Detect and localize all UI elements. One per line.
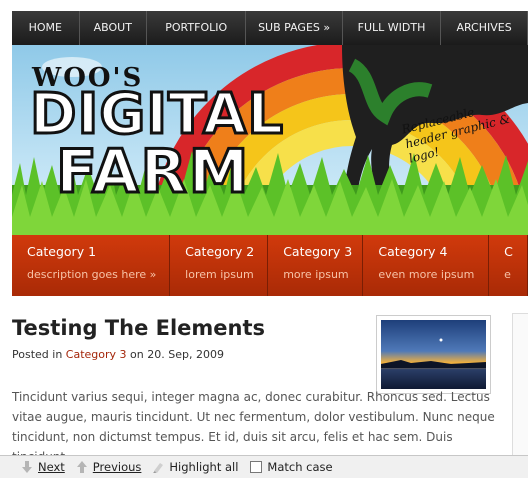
- category-item-1[interactable]: Category 1 description goes here »: [12, 235, 171, 296]
- post-date: on 20. Sep, 2009: [130, 348, 224, 361]
- category-description: more ipsum: [283, 268, 349, 281]
- nav-item-archives[interactable]: ARCHIVES: [441, 11, 528, 45]
- arrow-up-icon: [76, 461, 87, 473]
- category-title: C: [504, 244, 513, 259]
- highlight-all-label: Highlight all: [169, 460, 239, 474]
- category-item-5[interactable]: Ce: [489, 235, 528, 296]
- category-title: Category 1: [27, 244, 97, 259]
- sunset-image: [381, 320, 486, 389]
- arrow-down-icon: [22, 461, 32, 473]
- category-bar: Category 1 description goes here » Categor…: [12, 235, 528, 296]
- category-title: Category 4: [378, 244, 448, 259]
- post-meta: Posted in Category 3 on 20. Sep, 2009: [12, 348, 224, 361]
- find-bar: Next Previous Highlight all Match case: [0, 455, 528, 478]
- find-next-label: Next: [38, 460, 65, 474]
- category-title: Category 2: [185, 244, 255, 259]
- category-description: description goes here »: [27, 268, 157, 281]
- post-category-link[interactable]: Category 3: [66, 348, 127, 361]
- find-previous-button[interactable]: Previous: [75, 460, 142, 474]
- category-description: lorem ipsum: [185, 268, 254, 281]
- nav-item-about[interactable]: ABOUT: [80, 11, 148, 45]
- highlighter-icon: [153, 463, 164, 473]
- match-case-checkbox[interactable]: [250, 461, 263, 473]
- logo-digital: DIGITAL: [29, 82, 285, 147]
- post-title[interactable]: Testing The Elements: [12, 316, 265, 340]
- find-previous-label: Previous: [92, 460, 142, 474]
- highlight-all-button[interactable]: Highlight all: [151, 460, 238, 474]
- category-description: e: [504, 268, 511, 281]
- nav-item-home[interactable]: HOME: [12, 11, 80, 45]
- nav-item-full-width[interactable]: FULL WIDTH: [343, 11, 442, 45]
- category-item-3[interactable]: Category 3 more ipsum: [268, 235, 364, 296]
- post-thumbnail[interactable]: [376, 315, 491, 394]
- header-banner: WOO'S DIGITAL FARM Replaceable header gr…: [12, 45, 528, 235]
- match-case-label: Match case: [267, 460, 333, 474]
- category-item-4[interactable]: Category 4 even more ipsum: [363, 235, 490, 296]
- find-next-button[interactable]: Next: [20, 460, 65, 474]
- logo-farm: FARM: [54, 137, 251, 207]
- nav-item-portfolio[interactable]: PORTFOLIO: [147, 11, 247, 45]
- category-title: Category 3: [283, 244, 353, 259]
- posted-in-label: Posted in: [12, 348, 63, 361]
- top-navigation: HOME ABOUT PORTFOLIO SUB PAGES » FULL WIDTH A…: [12, 11, 528, 45]
- category-description: even more ipsum: [378, 268, 475, 281]
- sidebar-edge: [512, 313, 528, 463]
- match-case-toggle[interactable]: Match case: [250, 460, 333, 474]
- nav-item-sub-pages[interactable]: SUB PAGES »: [246, 11, 343, 45]
- category-item-2[interactable]: Category 2 lorem ipsum: [170, 235, 269, 296]
